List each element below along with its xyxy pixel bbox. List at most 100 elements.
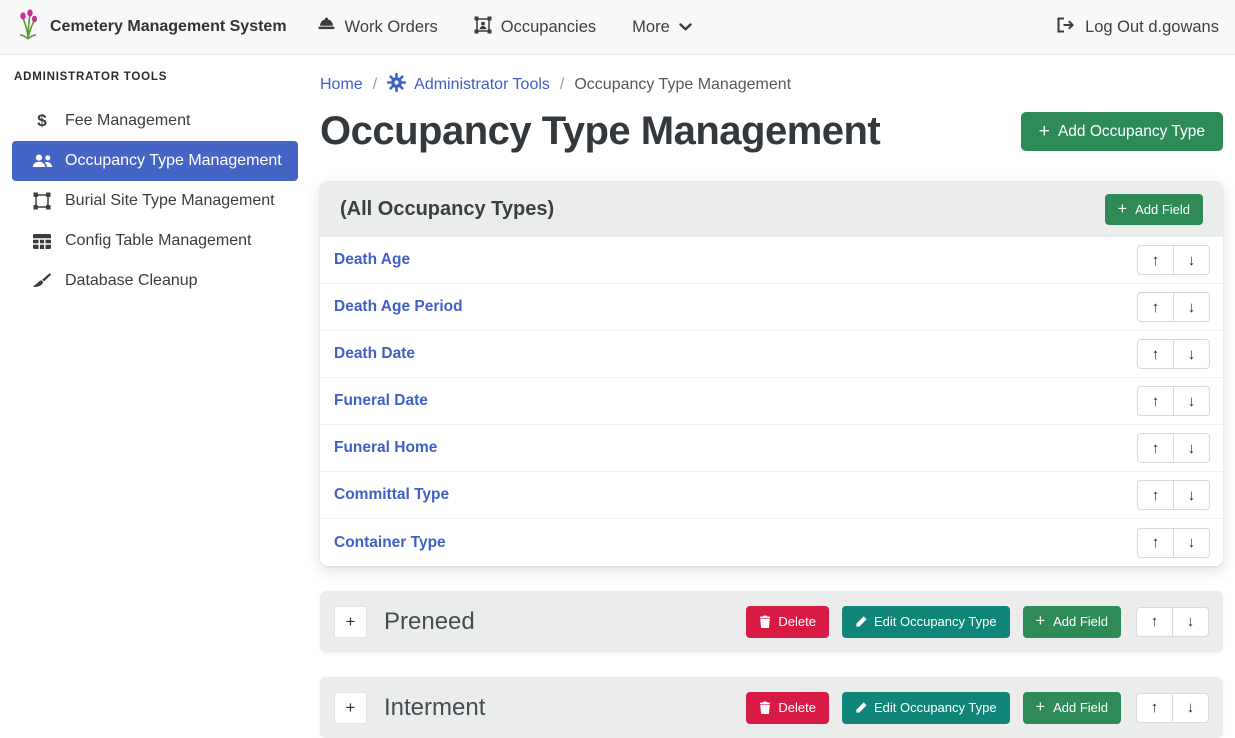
main-content: Home / (310, 55, 1235, 738)
all-occupancy-types-title: (All Occupancy Types) (340, 198, 554, 221)
field-row: Committal Type ↑ ↓ (320, 472, 1223, 519)
hard-hat-icon (317, 17, 336, 37)
sidebar-item-label: Occupancy Type Management (65, 152, 282, 170)
add-field-button[interactable]: + Add Field (1023, 606, 1121, 638)
move-down-button[interactable]: ↓ (1172, 607, 1209, 637)
move-up-button[interactable]: ↑ (1137, 339, 1174, 369)
field-row: Death Age Period ↑ ↓ (320, 284, 1223, 331)
vector-square-icon (30, 192, 54, 210)
field-link[interactable]: Funeral Home (334, 439, 437, 457)
admin-tools-sidebar: ADMINISTRATOR TOOLS $ Fee Management Occ… (0, 55, 310, 301)
add-field-button[interactable]: + Add Field (1023, 692, 1121, 724)
move-down-button[interactable]: ↓ (1173, 480, 1210, 510)
breadcrumb-separator: / (560, 76, 564, 94)
top-navbar: Cemetery Management System Work Orders (0, 0, 1235, 55)
field-row: Container Type ↑ ↓ (320, 519, 1223, 566)
move-down-button[interactable]: ↓ (1173, 339, 1210, 369)
reorder-controls: ↑ ↓ (1137, 386, 1210, 416)
field-link[interactable]: Death Age Period (334, 298, 463, 316)
tulip-logo-icon (16, 9, 40, 46)
reorder-controls: ↑ ↓ (1137, 433, 1210, 463)
page-title: Occupancy Type Management (320, 109, 880, 154)
add-field-button[interactable]: + Add Field (1105, 194, 1203, 225)
move-down-button[interactable]: ↓ (1173, 528, 1210, 558)
app-title: Cemetery Management System (50, 18, 287, 36)
nav-item-more[interactable]: More (632, 18, 692, 37)
edit-occupancy-type-label: Edit Occupancy Type (874, 700, 997, 715)
reorder-controls: ↑ ↓ (1137, 528, 1210, 558)
chevron-down-icon (679, 18, 692, 37)
field-row: Funeral Home ↑ ↓ (320, 425, 1223, 472)
expand-section-button[interactable]: + (334, 692, 367, 724)
logout-icon (1056, 17, 1075, 38)
occupancy-frame-icon (474, 16, 492, 39)
section-title: Preneed (384, 608, 475, 636)
move-up-button[interactable]: ↑ (1137, 480, 1174, 510)
sidebar-heading: ADMINISTRATOR TOOLS (14, 71, 298, 83)
all-occupancy-types-card: (All Occupancy Types) + Add Field Death … (320, 181, 1223, 566)
edit-occupancy-type-button[interactable]: Edit Occupancy Type (842, 606, 1010, 638)
move-down-button[interactable]: ↓ (1173, 245, 1210, 275)
move-up-button[interactable]: ↑ (1137, 245, 1174, 275)
nav-item-label: More (632, 18, 670, 37)
field-link[interactable]: Committal Type (334, 486, 449, 504)
delete-label: Delete (778, 614, 816, 629)
add-field-label: Add Field (1053, 614, 1108, 629)
sidebar-item-occupancy-type-management[interactable]: Occupancy Type Management (12, 141, 298, 181)
move-up-button[interactable]: ↑ (1137, 433, 1174, 463)
table-icon (30, 234, 54, 249)
sidebar-item-label: Database Cleanup (65, 272, 198, 290)
move-down-button[interactable]: ↓ (1173, 433, 1210, 463)
move-up-button[interactable]: ↑ (1137, 292, 1174, 322)
nav-item-work-orders[interactable]: Work Orders (317, 17, 438, 37)
sidebar-item-burial-site-type-management[interactable]: Burial Site Type Management (12, 181, 298, 221)
field-list: Death Age ↑ ↓ Death Age Period ↑ ↓ Death… (320, 237, 1223, 566)
add-occupancy-type-button[interactable]: + Add Occupancy Type (1021, 112, 1223, 151)
move-down-button[interactable]: ↓ (1173, 292, 1210, 322)
add-occupancy-type-label: Add Occupancy Type (1058, 123, 1205, 141)
sidebar-item-fee-management[interactable]: $ Fee Management (12, 101, 298, 141)
plus-icon: + (1039, 122, 1050, 141)
logout-button[interactable]: Log Out d.gowans (1056, 17, 1219, 38)
move-up-button[interactable]: ↑ (1136, 693, 1173, 723)
field-row: Death Age ↑ ↓ (320, 237, 1223, 284)
delete-label: Delete (778, 700, 816, 715)
sidebar-item-label: Burial Site Type Management (65, 192, 275, 210)
add-field-label: Add Field (1135, 202, 1190, 217)
field-link[interactable]: Death Date (334, 345, 415, 363)
breadcrumb-admin-tools-label: Administrator Tools (414, 76, 550, 94)
edit-occupancy-type-label: Edit Occupancy Type (874, 614, 997, 629)
breadcrumb-admin-tools-link[interactable]: Administrator Tools (387, 73, 550, 97)
nav-links: Work Orders Occupancies M (317, 16, 692, 39)
field-link[interactable]: Death Age (334, 251, 410, 269)
field-link[interactable]: Container Type (334, 534, 446, 552)
app-brand[interactable]: Cemetery Management System (16, 9, 287, 46)
move-up-button[interactable]: ↑ (1137, 386, 1174, 416)
breadcrumb-home-link[interactable]: Home (320, 76, 363, 94)
move-up-button[interactable]: ↑ (1137, 528, 1174, 558)
move-down-button[interactable]: ↓ (1172, 693, 1209, 723)
users-icon (30, 154, 54, 168)
occupancy-type-section: + Interment Delete Edit Occupancy Type +… (320, 677, 1223, 738)
expand-section-button[interactable]: + (334, 606, 367, 638)
sidebar-item-config-table-management[interactable]: Config Table Management (12, 221, 298, 261)
sidebar-item-database-cleanup[interactable]: Database Cleanup (12, 261, 298, 301)
field-link[interactable]: Funeral Date (334, 392, 428, 410)
section-title: Interment (384, 694, 485, 722)
move-down-button[interactable]: ↓ (1173, 386, 1210, 416)
delete-button[interactable]: Delete (746, 692, 829, 724)
move-up-button[interactable]: ↑ (1136, 607, 1173, 637)
plus-icon: + (1118, 201, 1128, 217)
reorder-controls: ↑ ↓ (1136, 607, 1209, 637)
reorder-controls: ↑ ↓ (1136, 693, 1209, 723)
edit-occupancy-type-button[interactable]: Edit Occupancy Type (842, 692, 1010, 724)
pencil-icon (855, 702, 867, 714)
sidebar-item-label: Config Table Management (65, 232, 252, 250)
trash-icon (759, 701, 771, 714)
all-occupancy-types-header: (All Occupancy Types) + Add Field (320, 181, 1223, 237)
logout-label: Log Out d.gowans (1085, 18, 1219, 37)
delete-button[interactable]: Delete (746, 606, 829, 638)
broom-icon (30, 273, 54, 289)
occupancy-type-section: + Preneed Delete Edit Occupancy Type + A… (320, 591, 1223, 652)
nav-item-occupancies[interactable]: Occupancies (474, 16, 596, 39)
